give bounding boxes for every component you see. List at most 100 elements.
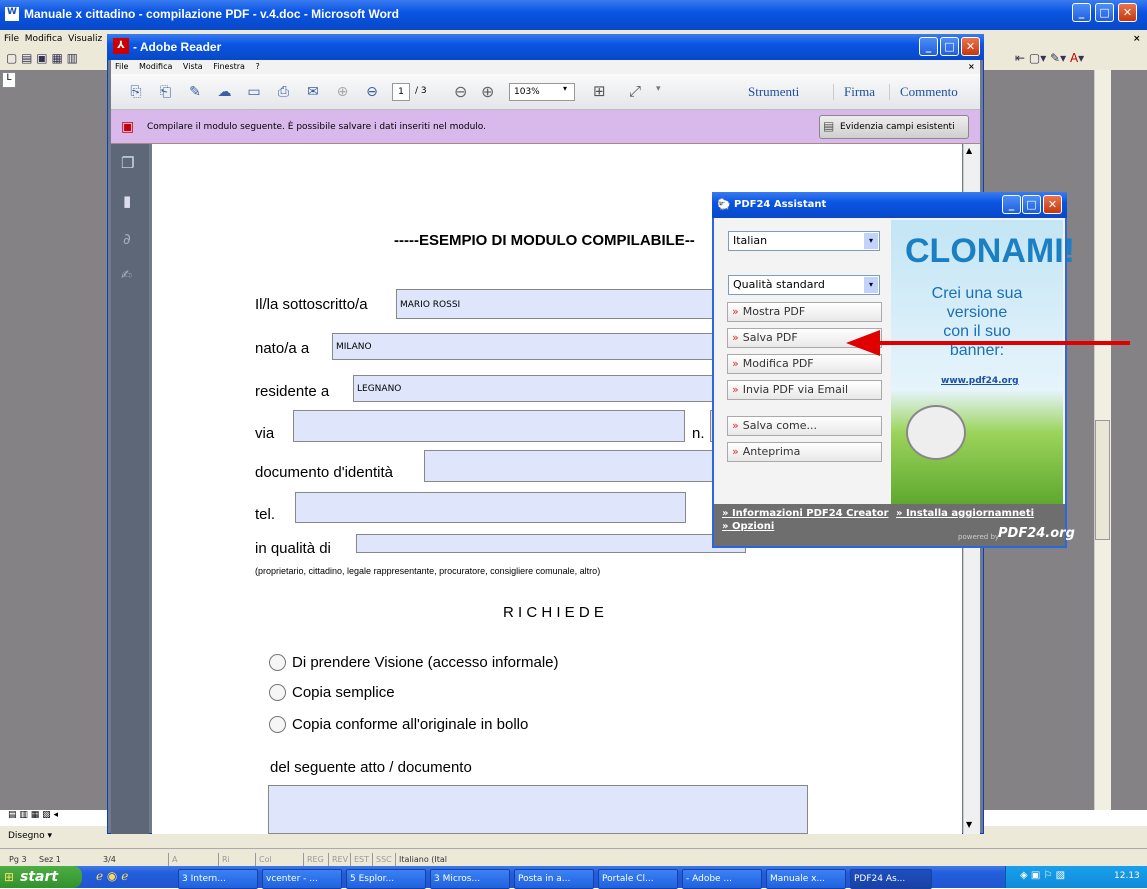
tools-link[interactable]: Strumenti (748, 84, 799, 100)
language-select[interactable]: Italian (728, 231, 880, 251)
zoom-in-icon[interactable]: ⊕ (481, 82, 494, 101)
attachment-icon[interactable]: ∂ (123, 230, 131, 248)
fit-page-icon[interactable]: ⊞ (593, 82, 606, 100)
status-page: Pg 3 (9, 855, 27, 864)
link-update[interactable]: » Installa aggiornamneti (896, 508, 1034, 519)
status-est[interactable]: EST (350, 853, 369, 867)
word-ruler-corner: L (2, 72, 16, 88)
language-chevron-down-icon[interactable]: ▾ (864, 233, 878, 249)
reader-menu-vista[interactable]: Vista (183, 62, 203, 71)
tray-icons[interactable]: ◈ ▣ ⚐ ▧ (1020, 870, 1065, 881)
preview-button[interactable]: » Anteprima (727, 442, 882, 462)
zoom-out-icon[interactable]: ⊖ (454, 82, 467, 101)
page-number-input[interactable]: 1 (392, 83, 410, 101)
pdf24-minimize-button[interactable]: _ (1002, 195, 1021, 214)
status-rev[interactable]: REV (328, 853, 348, 867)
scroll-up-icon[interactable]: ▲ (966, 146, 972, 155)
reader-minimize-button[interactable]: _ (919, 37, 938, 56)
show-pdf-button[interactable]: » Mostra PDF (727, 302, 882, 322)
show-pdf-label: Mostra PDF (742, 305, 806, 318)
reader-close-button[interactable]: ✕ (961, 37, 980, 56)
banner-title: CLONAMI! (905, 232, 1075, 270)
status-reg[interactable]: REG (303, 853, 324, 867)
field-documento[interactable] (424, 450, 716, 482)
task-vcenter[interactable]: vcenter - ... (262, 869, 342, 889)
quality-select[interactable]: Qualità standard (728, 275, 880, 295)
radio-copia-conforme[interactable] (269, 716, 286, 733)
quicklaunch-icons[interactable]: ℯ ◉ ℯ (96, 869, 128, 883)
radio-copia-semplice[interactable] (269, 684, 286, 701)
reader-menu-file[interactable]: File (115, 62, 128, 71)
print-icon[interactable]: ⎙ (273, 81, 295, 103)
field-qualita[interactable] (356, 534, 746, 553)
quality-chevron-down-icon[interactable]: ▾ (864, 277, 878, 293)
red-arrow (846, 330, 1130, 356)
word-menu-visualizza[interactable]: Visualiz (68, 34, 102, 44)
word-scroll-thumb[interactable] (1095, 420, 1110, 540)
task-pdf24[interactable]: PDF24 As... (850, 869, 932, 889)
pdf24-maximize-button[interactable]: □ (1022, 195, 1041, 214)
reader-maximize-button[interactable]: □ (940, 37, 959, 56)
task-microsoft[interactable]: 3 Micros... (430, 869, 510, 889)
task-adobe[interactable]: - Adobe ... (682, 869, 762, 889)
edit-icon[interactable]: ✎ (184, 81, 206, 103)
word-menu-file[interactable]: File (4, 34, 19, 44)
word-toolbar-icons[interactable]: ▢ ▤ ▣ ▦ ▥ (6, 51, 78, 65)
reader-menu-help[interactable]: ? (255, 62, 259, 71)
fullscreen-icon[interactable]: ⤢ (629, 82, 641, 100)
task-portale[interactable]: Portale Cl... (598, 869, 678, 889)
task-explorer[interactable]: 5 Esplor... (346, 869, 426, 889)
radio-visione[interactable] (269, 654, 286, 671)
link-update-text: Installa aggiornamneti (905, 508, 1035, 519)
pdf24-banner[interactable]: CLONAMI! Crei una sua versione con il su… (891, 220, 1075, 504)
bookmark-icon[interactable]: ▮ (123, 192, 131, 210)
pages-icon[interactable]: ❐ (121, 154, 134, 172)
highlight-fields-button[interactable]: Evidenzia campi esistenti (819, 115, 969, 139)
pdf24-close-button[interactable]: ✕ (1043, 195, 1062, 214)
page-down-icon[interactable]: ⊖ (361, 81, 383, 103)
task-vcenter-label: vcenter - ... (266, 874, 318, 884)
cloud-upload-icon[interactable]: ☁ (214, 81, 236, 103)
save-icon[interactable]: ▭ (243, 81, 265, 103)
email-icon[interactable]: ✉ (302, 81, 324, 103)
reader-doc-close-icon[interactable]: × (968, 60, 975, 74)
field-nato[interactable]: MILANO (332, 333, 716, 360)
task-posta[interactable]: Posta in a... (514, 869, 594, 889)
banner-link[interactable]: www.pdf24.org (941, 376, 1019, 386)
word-draw-menu[interactable]: Disegno ▾ (8, 831, 52, 841)
reader-menu-finestra[interactable]: Finestra (213, 62, 245, 71)
email-pdf-button[interactable]: » Invia PDF via Email (727, 380, 882, 400)
link-options[interactable]: » Opzioni (722, 521, 774, 532)
field-atto[interactable] (268, 785, 808, 834)
word-menu-modifica[interactable]: Modifica (25, 34, 63, 44)
signature-icon[interactable]: ✍ (121, 268, 132, 283)
create-pdf-icon[interactable]: ⎘ (125, 81, 147, 103)
field-via[interactable] (293, 410, 685, 442)
word-close-button[interactable]: ✕ (1118, 3, 1137, 22)
page-up-icon[interactable]: ⊕ (332, 81, 354, 103)
scroll-down-icon[interactable]: ▼ (966, 820, 972, 829)
sign-link[interactable]: Firma (833, 84, 875, 100)
field-sottoscritto[interactable]: MARIO ROSSI (396, 289, 716, 319)
reader-title: - Adobe Reader (133, 40, 222, 54)
task-manuale[interactable]: Manuale x... (766, 869, 846, 889)
field-residente[interactable]: LEGNANO (353, 375, 716, 402)
red-arrow-head (846, 330, 880, 356)
field-tel[interactable] (295, 492, 686, 523)
option-copia-conforme: Copia conforme all'originale in bollo (292, 716, 529, 733)
word-doc-close-icon[interactable]: × (1133, 30, 1141, 48)
word-format-icons[interactable]: ⇤ ▢▾ ✎▾ A▾ (1015, 51, 1084, 65)
chevron-down-icon[interactable]: ▾ (563, 84, 567, 93)
comment-link[interactable]: Commento (889, 84, 958, 100)
status-col: Col (255, 853, 272, 867)
toolbar-more-icon[interactable]: ▾ (656, 84, 661, 94)
link-info[interactable]: » Informazioni PDF24 Creator (722, 508, 889, 519)
word-view-buttons[interactable]: ▤ ▥ ▦ ▧ ◂ (8, 810, 58, 820)
combine-icon[interactable]: ⎗ (155, 81, 177, 103)
status-ssc[interactable]: SSC (372, 853, 392, 867)
save-as-button[interactable]: » Salva come... (727, 416, 882, 436)
task-internet[interactable]: 3 Intern... (178, 869, 258, 889)
reader-menu-modifica[interactable]: Modifica (139, 62, 172, 71)
word-minimize-button[interactable]: _ (1072, 3, 1091, 22)
word-maximize-button[interactable]: □ (1095, 3, 1114, 22)
